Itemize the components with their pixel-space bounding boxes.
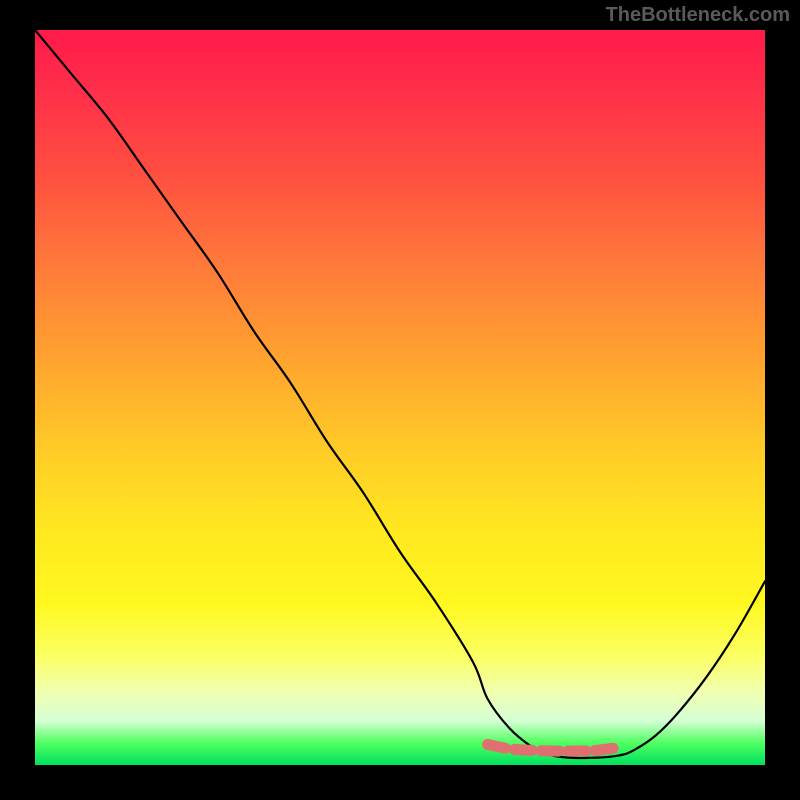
watermark-text: TheBottleneck.com (606, 4, 790, 27)
chart-svg (35, 30, 765, 765)
chart-plot-area (35, 30, 765, 765)
bottleneck-curve-path (35, 30, 765, 758)
optimal-range-marker-path (488, 744, 619, 751)
